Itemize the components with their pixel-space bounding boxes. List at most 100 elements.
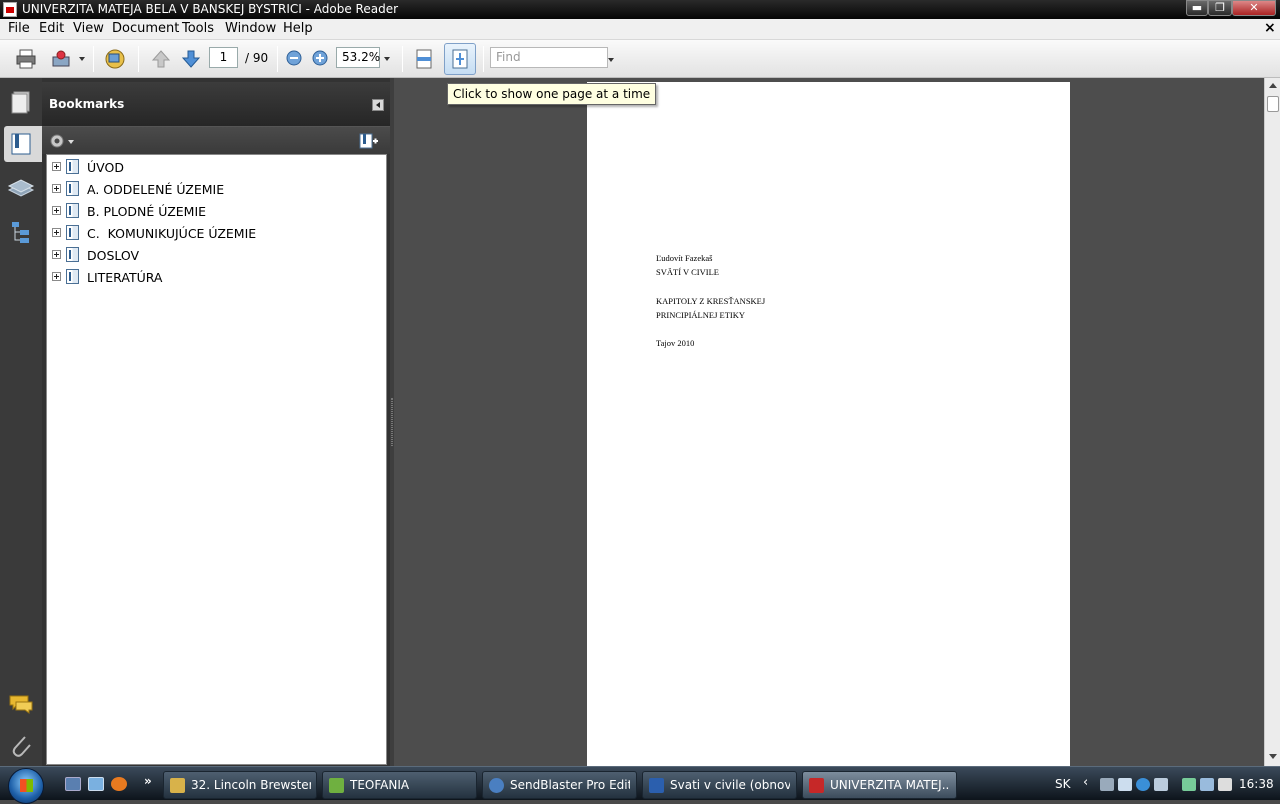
print-icon[interactable] xyxy=(15,48,37,70)
document-view[interactable]: Ľudovít Fazekaš SVÄTÍ V CIVILE KAPITOLY … xyxy=(394,78,1264,766)
expand-icon[interactable] xyxy=(52,206,61,215)
tray-network-icon[interactable] xyxy=(1100,778,1114,791)
options-gear-icon[interactable] xyxy=(48,132,76,150)
page-number-input[interactable]: 1 xyxy=(209,47,238,68)
page-total: / 90 xyxy=(245,51,269,65)
next-page-icon[interactable] xyxy=(180,48,202,70)
taskbar-item[interactable]: TEOFANIA xyxy=(322,771,477,799)
bookmark-icon xyxy=(66,181,79,196)
menu-tools[interactable]: Tools xyxy=(182,21,214,36)
zoom-level-input[interactable]: 53.2% xyxy=(336,47,380,68)
menu-edit[interactable]: Edit xyxy=(39,21,64,36)
single-page-button[interactable] xyxy=(444,43,476,75)
find-dropdown-icon[interactable] xyxy=(608,58,614,62)
expand-icon[interactable] xyxy=(52,184,61,193)
tray-mail-icon[interactable] xyxy=(1154,778,1168,791)
bookmarks-tree: ÚVOD A. ODDELENÉ ÚZEMIE B. PLODNÉ ÚZEMIE… xyxy=(46,154,387,765)
window-title: UNIVERZITA MATEJA BELA V BANSKEJ BYSTRIC… xyxy=(22,2,399,16)
pages-icon xyxy=(11,91,30,114)
tray-wifi-icon[interactable] xyxy=(1200,778,1214,791)
bookmarks-header: Bookmarks xyxy=(42,82,390,126)
model-tree-panel-button[interactable] xyxy=(3,214,39,250)
expand-icon[interactable] xyxy=(52,162,61,171)
bookmark-label: A. ODDELENÉ ÚZEMIE xyxy=(87,182,225,197)
bookmarks-title: Bookmarks xyxy=(49,97,125,111)
start-button[interactable] xyxy=(8,768,44,804)
word-icon xyxy=(649,778,664,793)
share-dropdown-icon[interactable] xyxy=(79,57,85,61)
menu-help[interactable]: Help xyxy=(283,21,313,36)
switch-windows-icon[interactable] xyxy=(88,777,104,791)
close-button[interactable]: ✕ xyxy=(1232,0,1276,16)
bookmark-item[interactable]: LITERATÚRA xyxy=(47,267,386,289)
bookmark-item[interactable]: ÚVOD xyxy=(47,157,386,179)
bookmark-item[interactable]: C. KOMUNIKUJÚCE ÚZEMIE xyxy=(47,223,386,245)
collapse-panel-icon[interactable] xyxy=(372,99,384,111)
paperclip-icon xyxy=(12,736,31,757)
new-bookmark-icon[interactable] xyxy=(358,132,380,150)
scroll-thumb[interactable] xyxy=(1267,96,1279,112)
scrolling-mode-icon[interactable] xyxy=(413,48,435,70)
attachments-panel-button[interactable] xyxy=(3,728,39,764)
taskbar-item-label: SendBlaster Pro Edit... xyxy=(510,778,630,792)
bookmark-label: DOSLOV xyxy=(87,248,140,263)
taskbar-item-active[interactable]: UNIVERZITA MATEJ... xyxy=(802,771,957,799)
scroll-down-icon[interactable] xyxy=(1269,754,1277,759)
toolbar: 1 / 90 53.2% Find xyxy=(0,40,1280,78)
zoom-in-icon[interactable] xyxy=(311,49,329,67)
menu-document[interactable]: Document xyxy=(112,21,179,36)
find-input[interactable]: Find xyxy=(490,47,608,68)
volume-icon[interactable] xyxy=(1218,778,1232,791)
tray-app-icon[interactable] xyxy=(1118,778,1132,791)
bookmark-item[interactable]: B. PLODNÉ ÚZEMIE xyxy=(47,201,386,223)
bookmark-icon xyxy=(66,247,79,262)
layers-panel-button[interactable] xyxy=(3,172,39,208)
model-tree-icon xyxy=(12,222,29,243)
quick-launch-more[interactable]: » xyxy=(144,774,152,788)
bookmark-item[interactable]: A. ODDELENÉ ÚZEMIE xyxy=(47,179,386,201)
show-hidden-icons[interactable]: ‹ xyxy=(1083,775,1088,790)
menu-window[interactable]: Window xyxy=(225,21,276,36)
navigation-pane-strip xyxy=(0,78,42,766)
language-indicator[interactable]: SK xyxy=(1055,777,1071,791)
share-icon[interactable] xyxy=(51,48,73,70)
taskbar-item[interactable]: SendBlaster Pro Edit... xyxy=(482,771,637,799)
menu-file[interactable]: File xyxy=(8,21,30,36)
close-document-icon[interactable]: × xyxy=(1264,20,1276,36)
taskbar-item[interactable]: 32. Lincoln Brewster... xyxy=(163,771,317,799)
scroll-up-icon[interactable] xyxy=(1269,83,1277,88)
taskbar-item[interactable]: Svati v civile (obnov... xyxy=(642,771,797,799)
maximize-button[interactable]: ❐ xyxy=(1208,0,1232,16)
previous-page-icon[interactable] xyxy=(150,48,172,70)
taskbar-item-label: Svati v civile (obnov... xyxy=(670,778,790,792)
comments-panel-button[interactable] xyxy=(3,686,39,722)
adobe-reader-icon xyxy=(809,778,824,793)
show-desktop-icon[interactable] xyxy=(65,777,81,791)
collaborate-icon[interactable] xyxy=(104,48,126,70)
tray-update-icon[interactable] xyxy=(1136,778,1150,791)
pages-panel-button[interactable] xyxy=(3,84,39,120)
zoom-out-icon[interactable] xyxy=(285,49,303,67)
clock[interactable]: 16:38 xyxy=(1239,777,1274,791)
tooltip: Click to show one page at a time xyxy=(447,83,657,105)
author-line: Ľudovít Fazekaš xyxy=(656,253,713,263)
bookmarks-icon xyxy=(11,133,31,155)
vertical-scrollbar[interactable] xyxy=(1264,78,1280,766)
bookmark-icon xyxy=(66,225,79,240)
bookmarks-panel-button[interactable] xyxy=(4,126,42,162)
toolbar-separator xyxy=(402,46,403,72)
minimize-button[interactable]: ▬ xyxy=(1186,0,1208,16)
bookmarks-panel: Bookmarks ÚVOD A. ODDELENÉ ÚZEMIE B. PLO… xyxy=(42,78,390,766)
expand-icon[interactable] xyxy=(52,228,61,237)
expand-icon[interactable] xyxy=(52,250,61,259)
tray-power-icon[interactable] xyxy=(1182,778,1196,791)
firefox-icon[interactable] xyxy=(111,777,127,791)
bookmark-item[interactable]: DOSLOV xyxy=(47,245,386,267)
menu-view[interactable]: View xyxy=(73,21,104,36)
subtitle-line-2: PRINCIPIÁLNEJ ETIKY xyxy=(656,310,746,320)
bookmark-label: ÚVOD xyxy=(87,160,124,175)
bookmark-label: C. KOMUNIKUJÚCE ÚZEMIE xyxy=(87,226,257,241)
pdf-page: Ľudovít Fazekaš SVÄTÍ V CIVILE KAPITOLY … xyxy=(587,82,1070,766)
expand-icon[interactable] xyxy=(52,272,61,281)
zoom-dropdown-icon[interactable] xyxy=(384,57,390,61)
